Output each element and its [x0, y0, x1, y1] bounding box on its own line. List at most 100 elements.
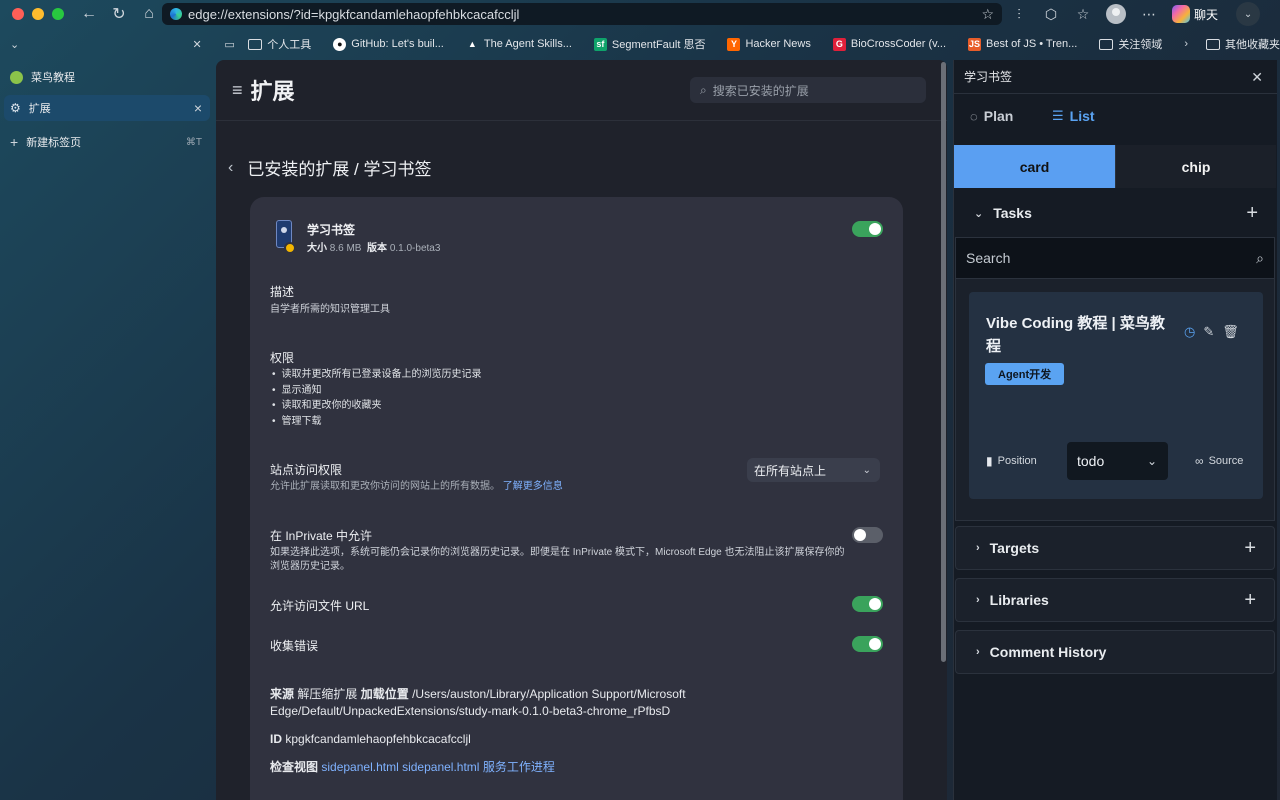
extension-meta: 大小 8.6 MB 版本 0.1.0-beta3 — [307, 243, 441, 254]
minimize-window-button[interactable] — [32, 8, 44, 20]
address-bar[interactable]: edge://extensions/?id=kpgkfcandamlehaopf… — [162, 3, 1002, 25]
menu-icon[interactable]: ≡ — [232, 80, 243, 101]
bookmark-item[interactable]: sf SegmentFault 思否 — [593, 36, 705, 52]
extension-search-input[interactable]: ⌕ 搜索已安装的扩展 — [690, 77, 926, 103]
extension-name: 学习书签 — [307, 223, 356, 237]
inprivate-text: 如果选择此选项，系统可能仍会记录你的浏览器历史记录。即便是在 InPrivate… — [270, 547, 845, 572]
targets-section-header[interactable]: › Targets + — [955, 526, 1275, 570]
add-library-icon[interactable]: + — [1244, 589, 1256, 612]
toolbar-right: ⫶ ⬡ ☆ ⋯ 聊天 ⌄ — [1010, 2, 1261, 26]
pin-off-icon[interactable]: ✕ — [192, 38, 204, 51]
home-icon[interactable]: ⌂ — [138, 3, 160, 25]
collapse-tabs-icon[interactable]: ⌄ — [10, 38, 20, 51]
sf-icon: sf — [593, 37, 607, 51]
task-actions: ◷ ✎ 🗑 — [1184, 324, 1239, 340]
tasks-section-header[interactable]: ⌄ Tasks + — [954, 191, 1276, 235]
source-link[interactable]: ∞ Source — [1195, 454, 1243, 468]
tab-extensions[interactable]: ⚙ 扩展 × — [4, 95, 210, 121]
file-url-heading: 允许访问文件 URL — [270, 599, 370, 613]
extension-id: ID kpgkfcandamlehaopfehbkcacafccljl — [270, 732, 471, 746]
github-icon: ● — [333, 37, 347, 51]
position-button[interactable]: ▮ Position — [986, 454, 1037, 468]
bookmark-item[interactable]: 个人工具 — [248, 36, 311, 52]
g-icon: G — [832, 37, 846, 51]
maximize-window-button[interactable] — [52, 8, 64, 20]
inspect-link[interactable]: 服务工作进程 — [483, 760, 555, 774]
folder-icon — [1099, 38, 1114, 50]
edge-logo-icon — [170, 8, 182, 20]
js-icon: JS — [968, 37, 982, 51]
back-arrow-icon[interactable]: ‹ — [228, 159, 233, 177]
close-panel-icon[interactable]: ✕ — [1251, 69, 1263, 86]
tab-plan[interactable]: ◌ Plan — [970, 108, 1013, 124]
breadcrumb-text: 已安装的扩展 / 学习书签 — [247, 160, 432, 179]
libraries-section-header[interactable]: › Libraries + — [955, 578, 1275, 622]
add-target-icon[interactable]: + — [1244, 537, 1256, 560]
bookmark-item[interactable]: JS Best of JS • Tren... — [968, 37, 1077, 51]
collect-errors-toggle[interactable] — [852, 636, 883, 652]
card-view-button[interactable]: card — [954, 145, 1115, 188]
bookmark-item[interactable]: G BioCrossCoder (v... — [832, 37, 946, 51]
task-title: Vibe Coding 教程 | 菜鸟教程 — [986, 315, 1165, 355]
folder-icon — [1205, 38, 1220, 50]
bookmark-item[interactable]: ● GitHub: Let's buil... — [333, 37, 444, 51]
description-heading: 描述 — [270, 285, 295, 299]
chip-view-button[interactable]: chip — [1115, 145, 1276, 188]
enable-extension-toggle[interactable] — [852, 221, 883, 237]
comment-history-section-header[interactable]: › Comment History — [955, 630, 1275, 674]
favorites-icon[interactable]: ☆ — [1074, 6, 1092, 23]
profile-avatar[interactable] — [1106, 4, 1126, 24]
bookmark-item[interactable]: Y Hacker News — [727, 37, 811, 51]
bookmark-item[interactable]: 关注领域 — [1099, 36, 1162, 52]
task-search-input[interactable]: Search ⌕ — [955, 237, 1275, 279]
chevron-right-icon: › — [976, 646, 980, 658]
new-tab-button[interactable]: + 新建标签页 ⌘T — [4, 129, 210, 155]
refresh-icon[interactable]: ↻ — [108, 3, 130, 25]
list-icon: ☰ — [1052, 108, 1064, 123]
learn-more-link[interactable]: 了解更多信息 — [503, 481, 563, 492]
site-access-select[interactable]: 在所有站点上 ⌄ — [747, 458, 880, 482]
panel-header: 学习书签 ✕ — [954, 60, 1277, 94]
task-tag[interactable]: Agent开发 — [985, 363, 1065, 385]
inprivate-toggle[interactable] — [852, 527, 883, 543]
link-icon: ∞ — [1195, 454, 1204, 468]
add-task-icon[interactable]: + — [1246, 202, 1258, 225]
plus-icon: + — [10, 134, 19, 150]
folder-icon — [248, 38, 263, 50]
other-bookmarks[interactable]: 其他收藏夹 — [1205, 36, 1280, 52]
bookmark-item[interactable]: ▲ The Agent Skills... — [466, 38, 572, 51]
page-title: 扩展 — [250, 79, 295, 104]
panel-title: 学习书签 — [964, 70, 1013, 84]
vertical-tabs: 菜鸟教程 ⚙ 扩展 × + 新建标签页 ⌘T — [0, 60, 213, 800]
favorite-star-icon[interactable]: ☆ — [981, 6, 994, 23]
view-mode-toggle: card chip — [954, 145, 1276, 188]
status-select[interactable]: todo ⌄ — [1067, 442, 1168, 480]
chevron-down-icon: ⌄ — [862, 464, 871, 476]
tab-runoob[interactable]: 菜鸟教程 — [4, 64, 210, 90]
extension-detail-card: 学习书签 大小 8.6 MB 版本 0.1.0-beta3 描述 自学者所需的知… — [250, 197, 903, 800]
tab-list[interactable]: ☰ List — [1052, 108, 1095, 124]
more-icon[interactable]: ⋯ — [1140, 6, 1158, 23]
back-icon[interactable]: ← — [78, 3, 100, 25]
close-tab-icon[interactable]: × — [194, 100, 202, 116]
chevron-down-icon[interactable]: ⌄ — [1236, 2, 1261, 26]
trash-icon[interactable]: 🗑 — [1222, 324, 1239, 340]
edit-icon[interactable]: ✎ — [1203, 324, 1214, 340]
extensions-icon[interactable]: ⬡ — [1042, 6, 1060, 23]
close-window-button[interactable] — [12, 8, 24, 20]
inprivate-heading: 在 InPrivate 中允许 — [270, 529, 373, 543]
list-item: 读取和更改你的收藏夹 — [272, 398, 482, 414]
extension-pin-icon[interactable]: ⫶ — [1010, 6, 1028, 23]
search-icon: ⌕ — [1256, 249, 1264, 266]
chevron-right-icon[interactable]: › — [1184, 38, 1188, 50]
puzzle-icon: ⚙ — [10, 101, 21, 115]
task-card[interactable]: Vibe Coding 教程 | 菜鸟教程 ◷ ✎ 🗑 Agent开发 ▮ Po… — [969, 292, 1263, 499]
page-scrollbar[interactable] — [941, 62, 946, 662]
file-url-toggle[interactable] — [852, 596, 883, 612]
clock-icon[interactable]: ◷ — [1184, 324, 1195, 340]
runoob-icon — [10, 70, 23, 84]
inspect-link[interactable]: sidepanel.html — [321, 760, 398, 774]
tab-actions-icon[interactable]: ▭ — [224, 38, 236, 51]
copilot-chat-button[interactable]: 聊天 — [1172, 5, 1218, 23]
inspect-link[interactable]: sidepanel.html — [402, 760, 479, 774]
